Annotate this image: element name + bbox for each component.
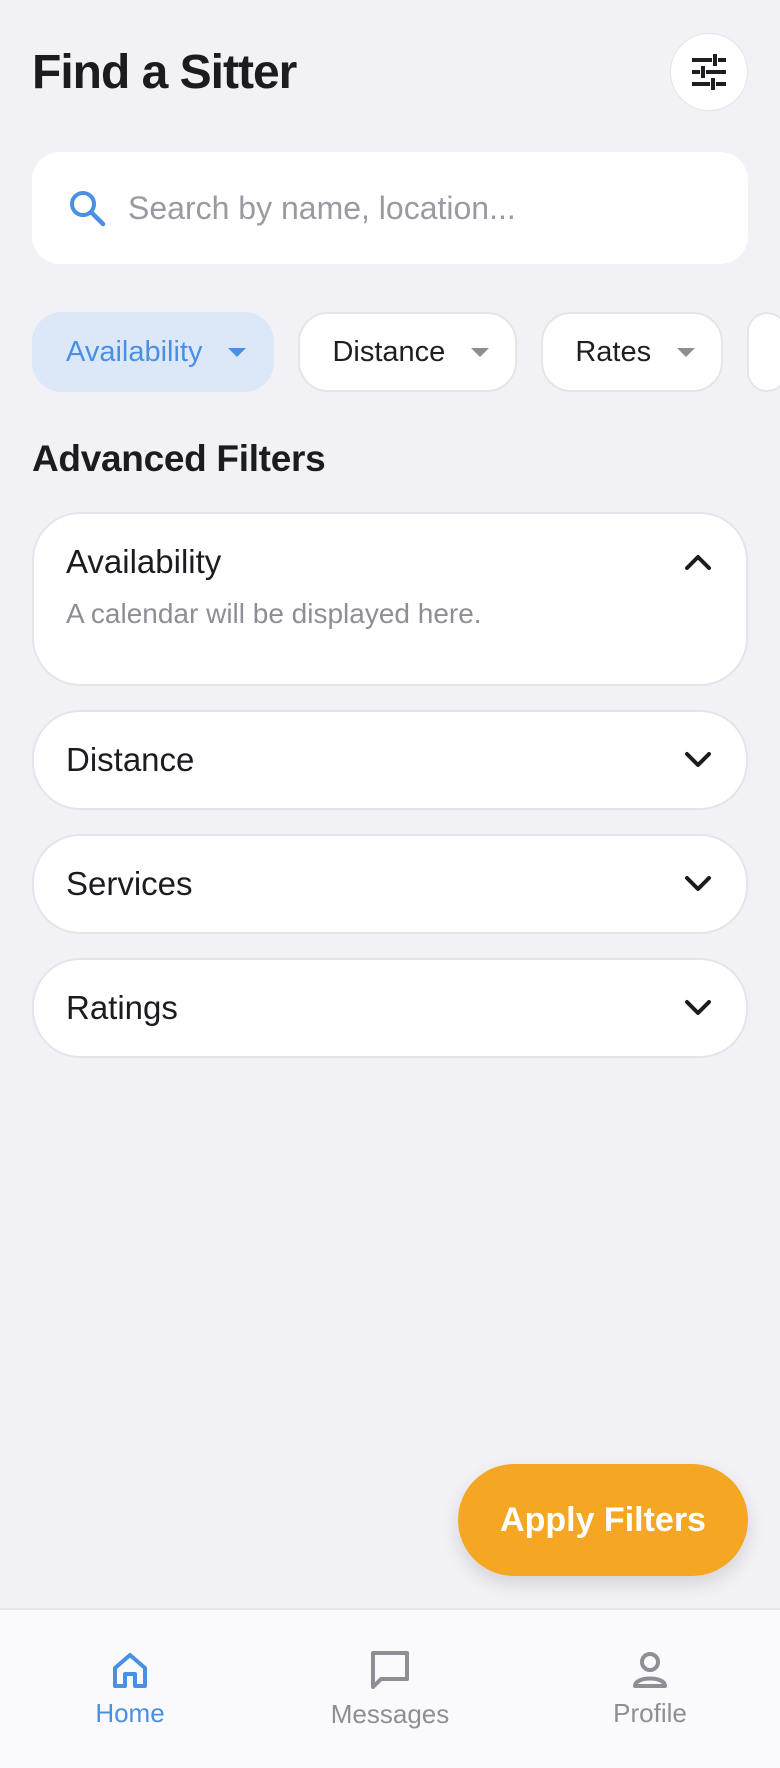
chip-label: Distance <box>332 335 446 368</box>
chip-more[interactable] <box>747 312 780 392</box>
chevron-down-icon <box>685 752 711 767</box>
message-icon <box>371 1650 409 1689</box>
chevron-up-icon <box>685 555 711 570</box>
chip-rates[interactable]: Rates <box>541 312 724 392</box>
panel-distance: Distance <box>32 710 748 810</box>
quick-filter-chips: Availability Distance Rates <box>32 312 780 392</box>
tab-profile[interactable]: Profile <box>550 1650 750 1729</box>
chip-label: Rates <box>575 335 652 368</box>
chevron-down-icon <box>685 876 711 891</box>
chevron-down-icon <box>685 1000 711 1015</box>
bottom-tab-bar: Home Messages Profile <box>0 1608 780 1768</box>
home-icon <box>113 1652 147 1688</box>
search-icon <box>70 191 106 227</box>
chip-availability[interactable]: Availability <box>32 312 275 392</box>
page-title: Find a Sitter <box>32 45 297 99</box>
tab-home[interactable]: Home <box>30 1650 230 1729</box>
panel-header[interactable]: Services <box>34 836 746 932</box>
panel-services: Services <box>32 834 748 934</box>
panel-ratings: Ratings <box>32 958 748 1058</box>
person-icon <box>633 1651 667 1688</box>
panel-label: Distance <box>66 741 195 778</box>
caret-down-icon <box>677 347 696 357</box>
sliders-icon <box>692 54 726 90</box>
panel-label: Services <box>66 865 193 902</box>
find-sitter-screen: Find a Sitter Availability Distance <box>0 0 780 1768</box>
tab-label: Profile <box>613 1697 687 1728</box>
search-bar <box>32 152 748 264</box>
tab-label: Home <box>95 1697 165 1728</box>
header: Find a Sitter <box>32 32 748 112</box>
apply-filters-button[interactable]: Apply Filters <box>458 1464 748 1576</box>
panel-header[interactable]: Availability <box>34 514 746 610</box>
caret-down-icon <box>471 347 490 357</box>
panel-label: Availability <box>66 543 222 580</box>
panel-header[interactable]: Ratings <box>34 960 746 1056</box>
caret-down-icon <box>228 347 247 357</box>
chip-distance[interactable]: Distance <box>298 312 518 392</box>
chip-label: Availability <box>66 335 203 368</box>
tab-label: Messages <box>330 1698 450 1729</box>
filter-settings-button[interactable] <box>670 33 748 111</box>
search-input[interactable] <box>128 189 688 227</box>
panel-label: Ratings <box>66 989 178 1026</box>
tab-messages[interactable]: Messages <box>290 1649 490 1730</box>
panel-header[interactable]: Distance <box>34 712 746 808</box>
advanced-filters-title: Advanced Filters <box>32 438 326 479</box>
panel-availability: Availability A calendar will be displaye… <box>32 512 748 686</box>
calendar-placeholder-text: A calendar will be displayed here. <box>66 598 482 629</box>
